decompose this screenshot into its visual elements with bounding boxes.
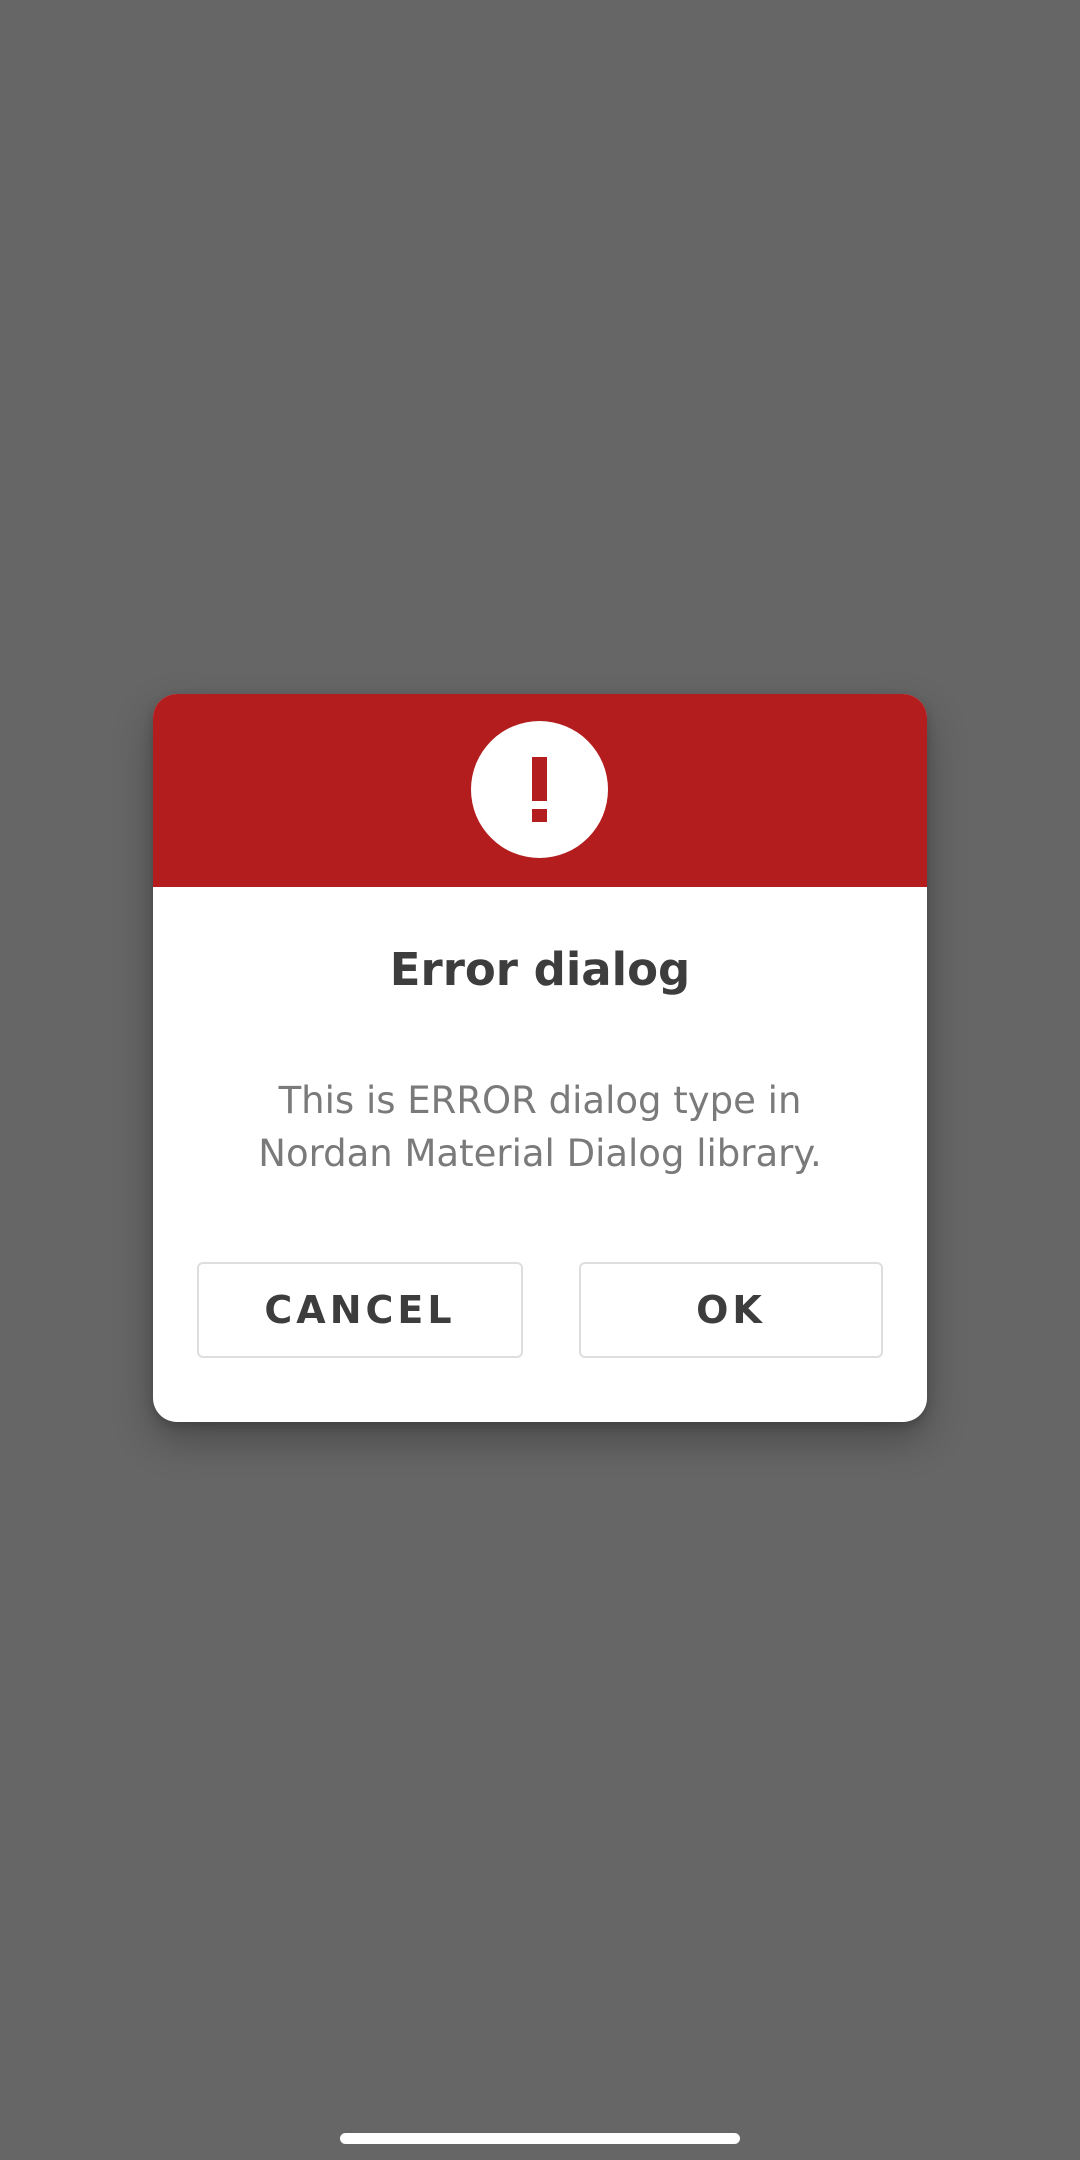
dialog-title: Error dialog xyxy=(389,943,691,996)
ok-button[interactable]: OK xyxy=(579,1262,883,1358)
home-indicator[interactable] xyxy=(340,2133,740,2144)
exclamation-icon xyxy=(471,721,608,858)
exclamation-glyph xyxy=(532,757,547,822)
error-dialog: Error dialog This is ERROR dialog type i… xyxy=(153,694,927,1422)
dialog-message: This is ERROR dialog type in Nordan Mate… xyxy=(258,1079,822,1175)
cancel-button[interactable]: CANCEL xyxy=(197,1262,523,1358)
dialog-header xyxy=(153,694,927,887)
